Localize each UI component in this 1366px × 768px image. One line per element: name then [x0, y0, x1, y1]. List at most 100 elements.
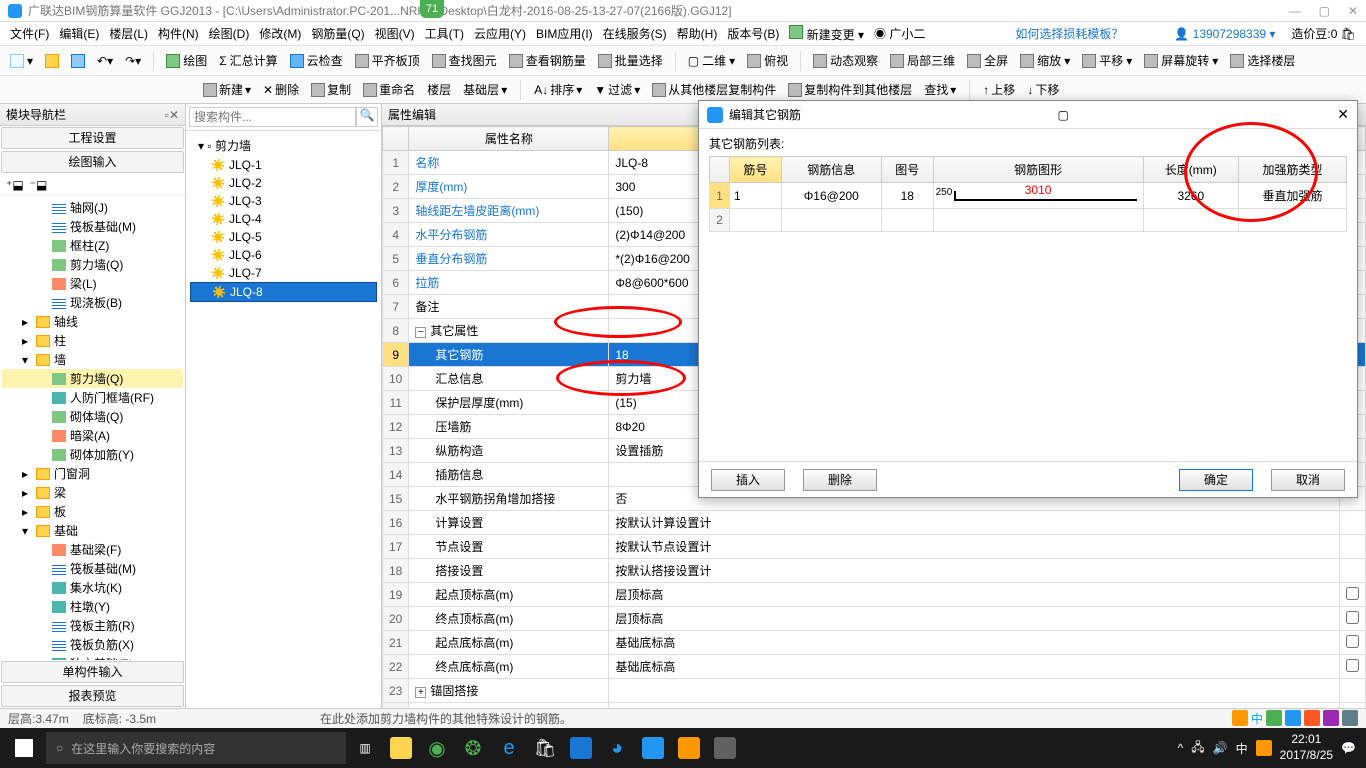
component-item[interactable]: JLQ-8 [190, 282, 377, 302]
tray-clock[interactable]: 22:012017/8/25 [1280, 732, 1333, 763]
tb-redo[interactable]: ↷▾ [121, 52, 145, 70]
tb-open[interactable] [41, 52, 63, 70]
tray-vol-icon[interactable]: 🔊 [1213, 741, 1228, 755]
tree-node[interactable]: 砌体加筋(Y) [2, 445, 183, 464]
property-row[interactable]: 20终点顶标高(m)层顶标高 [383, 607, 1366, 631]
tray-ime-icon[interactable]: 中 [1236, 740, 1248, 757]
menu-item[interactable]: 工具(T) [421, 23, 468, 44]
prop-checkbox[interactable] [1346, 611, 1359, 624]
tree-node[interactable]: 柱墩(Y) [2, 597, 183, 616]
tree-node[interactable]: ▾墙 [2, 350, 183, 369]
tb-local3d[interactable]: 局部三维 [886, 50, 959, 71]
property-row[interactable]: 17节点设置按默认节点设置计 [383, 535, 1366, 559]
dlg-close-icon[interactable]: ✕ [1337, 106, 1349, 123]
tb2-basefloor[interactable]: 基础层 ▾ [460, 80, 510, 99]
tree-node[interactable]: 基础梁(F) [2, 540, 183, 559]
menu-item[interactable]: 视图(V) [371, 23, 419, 44]
tb2-copy[interactable]: 复制 [308, 80, 354, 99]
component-item[interactable]: JLQ-3 [190, 192, 377, 210]
tb2-filter[interactable]: ▼ 过滤 ▾ [591, 80, 643, 99]
tb-zoom[interactable]: 缩放 ▾ [1016, 50, 1074, 71]
tree-node[interactable]: ▸轴线 [2, 312, 183, 331]
user-id[interactable]: 👤 13907298339 ▾ [1170, 25, 1279, 43]
component-item[interactable]: JLQ-2 [190, 174, 377, 192]
tab-single-input[interactable]: 单构件输入 [1, 661, 184, 683]
menu-item[interactable]: 帮助(H) [673, 23, 722, 44]
tb-full[interactable]: 全屏 [963, 50, 1012, 71]
list-group[interactable]: ▾ ▫ 剪力墙 [190, 135, 377, 156]
menu-item[interactable]: BIM应用(I) [532, 23, 597, 44]
prop-checkbox[interactable] [1346, 587, 1359, 600]
tb-view-rebar[interactable]: 查看钢筋量 [505, 50, 590, 71]
tb2-search[interactable]: 查找 ▾ [921, 80, 959, 99]
prop-checkbox[interactable] [1346, 635, 1359, 648]
tb-orbit[interactable]: 动态观察 [809, 50, 882, 71]
tray-sogou-icon[interactable] [1256, 740, 1272, 756]
component-item[interactable]: JLQ-7 [190, 264, 377, 282]
tb-new[interactable]: ▾ [6, 52, 37, 70]
task-gray-icon[interactable] [708, 728, 742, 768]
tree-node[interactable]: 集水坑(K) [2, 578, 183, 597]
task-word-icon[interactable] [564, 728, 598, 768]
property-row[interactable]: 18搭接设置按默认搭接设置计 [383, 559, 1366, 583]
ok-button[interactable]: 确定 [1179, 469, 1253, 491]
tb2-up[interactable]: ↑ 上移 [980, 80, 1018, 99]
status-icon-2[interactable] [1266, 710, 1282, 726]
tb2-copyfrom[interactable]: 从其他楼层复制构件 [649, 80, 779, 99]
search-button[interactable]: 🔍 [356, 107, 378, 127]
tree-node[interactable]: ▸板 [2, 502, 183, 521]
tree-node[interactable]: 砌体墙(Q) [2, 407, 183, 426]
tray-net-icon[interactable]: 🖧 [1191, 738, 1204, 759]
status-icon-4[interactable] [1304, 710, 1320, 726]
new-change[interactable]: 新建变更 ▾ [785, 23, 868, 45]
tree-node[interactable]: 剪力墙(Q) [2, 369, 183, 388]
task-browser-icon[interactable]: ◉ [420, 728, 454, 768]
tb2-del[interactable]: ✕ 删除 [260, 80, 302, 99]
rebar-row-empty[interactable]: 2 [710, 209, 1347, 232]
tb2-sort[interactable]: A↓ 排序 ▾ [531, 80, 585, 99]
tb-sum[interactable]: Σ 汇总计算 [215, 50, 281, 71]
tree-node[interactable]: ▸门窗洞 [2, 464, 183, 483]
menu-item[interactable]: 楼层(L) [105, 23, 152, 44]
max-icon[interactable]: ▢ [1319, 4, 1330, 18]
tb-find[interactable]: 查找图元 [428, 50, 501, 71]
component-item[interactable]: JLQ-4 [190, 210, 377, 228]
rebar-row[interactable]: 1 1 Φ16@200 18 250 3010 3260 垂直加强筋 [710, 183, 1347, 209]
property-row[interactable]: 22终点底标高(m)基础底标高 [383, 655, 1366, 679]
menu-item[interactable]: 构件(N) [154, 23, 203, 44]
tray-notif-icon[interactable]: 💬 [1341, 741, 1356, 755]
tb-2d[interactable]: ▢ 二维 ▾ [684, 50, 739, 71]
prop-checkbox[interactable] [1346, 659, 1359, 672]
status-icon-3[interactable] [1285, 710, 1301, 726]
insert-button[interactable]: 插入 [711, 469, 785, 491]
tb-save[interactable] [67, 52, 89, 70]
tree-node[interactable]: 筏板负筋(X) [2, 635, 183, 654]
task-store-icon[interactable]: 🛍 [528, 728, 562, 768]
tree-node[interactable]: 筏板基础(M) [2, 559, 183, 578]
status-icon-1[interactable] [1232, 710, 1248, 726]
status-icon-5[interactable] [1323, 710, 1339, 726]
cancel-button[interactable]: 取消 [1271, 469, 1345, 491]
task-wechat-icon[interactable]: ❂ [456, 728, 490, 768]
tb2-new[interactable]: 新建 ▾ [200, 80, 254, 99]
tb2-rename[interactable]: 重命名 [360, 80, 418, 99]
tb-rotate[interactable]: 屏幕旋转 ▾ [1140, 50, 1222, 71]
min-icon[interactable]: — [1289, 4, 1301, 18]
menu-item[interactable]: 文件(F) [6, 23, 53, 44]
tb-draw[interactable]: 绘图 [162, 50, 211, 71]
tb-top[interactable]: 俯视 [743, 50, 792, 71]
tree-node[interactable]: 筏板基础(M) [2, 217, 183, 236]
property-row[interactable]: 23+锚固搭接 [383, 679, 1366, 703]
dlg-max-icon[interactable]: ▢ [1057, 108, 1068, 122]
tab-proj-settings[interactable]: 工程设置 [1, 127, 184, 149]
tree-node[interactable]: 独立基础(P) [2, 654, 183, 660]
tb-batch[interactable]: 批量选择 [594, 50, 667, 71]
menu-item[interactable]: 编辑(E) [55, 23, 103, 44]
task-q-icon[interactable]: ◕ [600, 728, 634, 768]
component-item[interactable]: JLQ-1 [190, 156, 377, 174]
tb-flat[interactable]: 平齐板顶 [351, 50, 424, 71]
close-icon[interactable]: ✕ [1348, 4, 1358, 18]
tree-node[interactable]: 筏板主筋(R) [2, 616, 183, 635]
help-link[interactable]: 如何选择损耗模板？ [1011, 23, 1127, 44]
nav-close-icon[interactable]: ▫✕ [165, 108, 179, 122]
